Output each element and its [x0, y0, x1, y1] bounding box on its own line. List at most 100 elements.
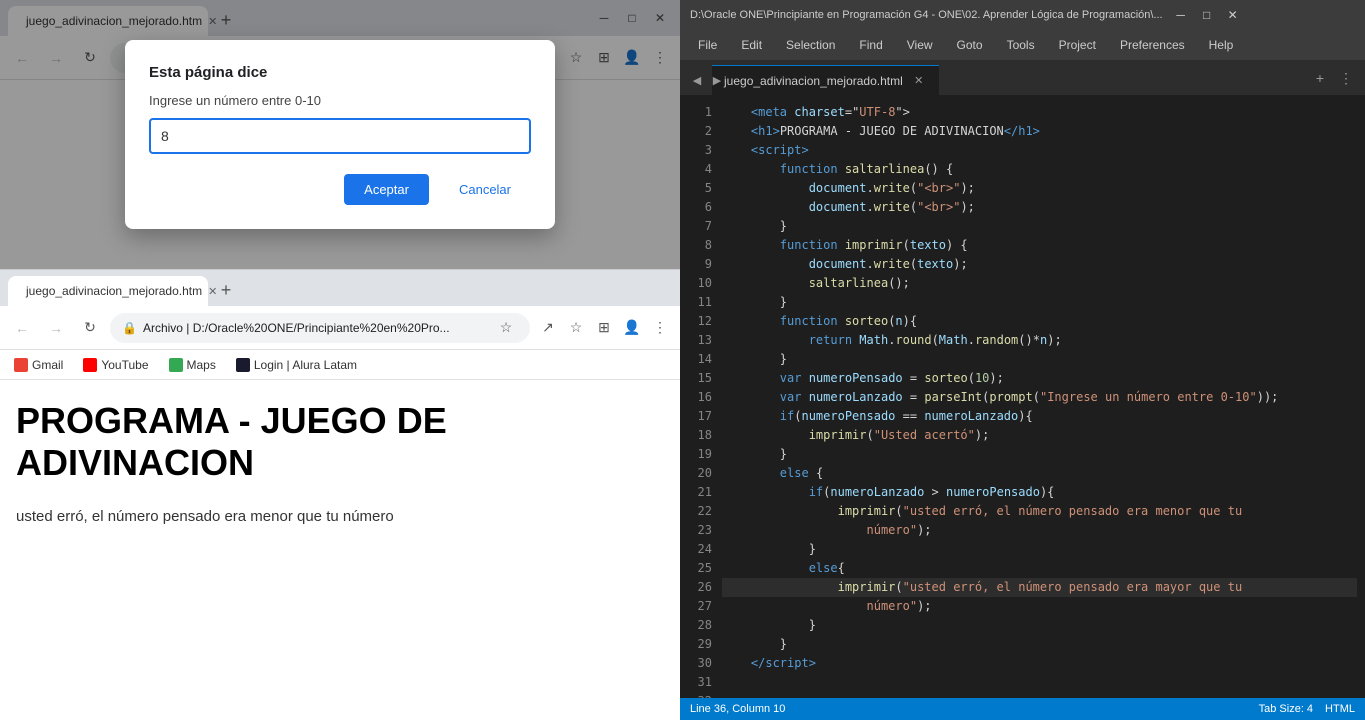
code-line-32: imprimir("usted erró, el número pensado …	[722, 502, 1357, 521]
page-content: PROGRAMA - JUEGO DE ADIVINACION usted er…	[0, 380, 680, 720]
page-text: usted erró, el número pensado era menor …	[16, 508, 664, 525]
menu-tools[interactable]: Tools	[997, 34, 1045, 56]
code-line-20: function sorteo(n){	[722, 312, 1357, 331]
dialog-input[interactable]	[149, 118, 531, 154]
tab-label-bottom: juego_adivinacion_mejorado.htm	[26, 284, 202, 298]
code-line-21: return Math.round(Math.random()*n);	[722, 331, 1357, 350]
status-bar: Line 36, Column 10 Tab Size: 4 HTML	[680, 698, 1365, 720]
editor-menubar: File Edit Selection Find View Goto Tools…	[680, 30, 1365, 60]
menu-icon-bottom[interactable]: ⋮	[648, 316, 672, 340]
editor-nav: ◀ ▶	[688, 71, 726, 89]
reader-icon-bottom[interactable]: ⊞	[592, 316, 616, 340]
share-icon-bottom[interactable]: ↗	[536, 316, 560, 340]
code-line-16: saltarlinea();	[722, 274, 1357, 293]
code-line-4: <script>	[722, 141, 1357, 160]
alura-label: Login | Alura Latam	[254, 358, 357, 372]
dialog-buttons: Aceptar Cancelar	[149, 174, 531, 205]
code-line-end: </script>	[722, 654, 1357, 673]
new-tab-btn-bottom[interactable]: +	[212, 276, 240, 304]
status-left: Line 36, Column 10	[690, 703, 785, 715]
dialog-box: Esta página dice Ingrese un número entre…	[125, 40, 555, 229]
reload-btn-bottom[interactable]: ↻	[76, 314, 104, 342]
status-right: Tab Size: 4 HTML	[1259, 703, 1355, 715]
menu-file[interactable]: File	[688, 34, 727, 56]
nav-left-btn[interactable]: ◀	[688, 71, 706, 89]
bookmark-alura[interactable]: Login | Alura Latam	[230, 356, 363, 374]
gmail-icon	[14, 358, 28, 372]
url-box-bottom[interactable]: 🔒 Archivo | D:/Oracle%20ONE/Principiante…	[110, 313, 530, 343]
editor-minimize-btn[interactable]: ─	[1171, 5, 1191, 25]
address-bar-bottom: ← → ↻ 🔒 Archivo | D:/Oracle%20ONE/Princi…	[0, 306, 680, 350]
forward-btn-bottom[interactable]: →	[42, 314, 70, 342]
code-line-39: }	[722, 635, 1357, 654]
line-numbers: 12345 678910 1112131415 1617181920 21222…	[680, 95, 722, 698]
dialog-overlay: Esta página dice Ingrese un número entre…	[0, 0, 680, 269]
editor-maximize-btn[interactable]: □	[1197, 5, 1217, 25]
menu-find[interactable]: Find	[849, 34, 892, 56]
code-line-29: }	[722, 445, 1357, 464]
menu-goto[interactable]: Goto	[947, 34, 993, 56]
code-line-28: imprimir("Usted acertó");	[722, 426, 1357, 445]
menu-edit[interactable]: Edit	[731, 34, 772, 56]
active-tab-bottom[interactable]: juego_adivinacion_mejorado.htm ✕	[8, 276, 208, 306]
code-line-18: }	[722, 293, 1357, 312]
nav-right-btn[interactable]: ▶	[708, 71, 726, 89]
code-line-24: var numeroPensado = sorteo(10);	[722, 369, 1357, 388]
editor-titlebar: D:\Oracle ONE\Principiante en Programaci…	[680, 0, 1365, 30]
code-line-35: else{	[722, 559, 1357, 578]
code-line-34: }	[722, 540, 1357, 559]
code-line-11: }	[722, 217, 1357, 236]
bookmarks-bar-bottom: Gmail YouTube Maps Login | Alura Latam	[0, 350, 680, 380]
profile-icon-bottom[interactable]: 👤	[620, 316, 644, 340]
dialog-title: Esta página dice	[149, 64, 531, 81]
browser-top-window: juego_adivinacion_mejorado.htm ✕ + ─ □ ✕…	[0, 0, 680, 270]
menu-selection[interactable]: Selection	[776, 34, 845, 56]
menu-view[interactable]: View	[897, 34, 943, 56]
more-tabs-btn[interactable]: ⋮	[1335, 67, 1357, 89]
code-line-9: document.write("<br>");	[722, 198, 1357, 217]
menu-project[interactable]: Project	[1049, 34, 1106, 56]
editor-close-btn[interactable]: ✕	[1223, 5, 1243, 25]
bookmark-maps[interactable]: Maps	[163, 356, 222, 374]
bookmark-youtube[interactable]: YouTube	[77, 356, 154, 374]
status-language: HTML	[1325, 703, 1355, 715]
code-line-15: document.write(texto);	[722, 255, 1357, 274]
menu-help[interactable]: Help	[1199, 34, 1244, 56]
browser-panel: juego_adivinacion_mejorado.htm ✕ + ─ □ ✕…	[0, 0, 680, 720]
address-actions-bottom: ↗ ☆ ⊞ 👤 ⋮	[536, 316, 672, 340]
code-line-13: function imprimir(texto) {	[722, 236, 1357, 255]
browser-bottom-window: juego_adivinacion_mejorado.htm ✕ + ─ □ ✕…	[0, 270, 680, 720]
cancel-button[interactable]: Cancelar	[439, 174, 531, 205]
code-line-30: else {	[722, 464, 1357, 483]
editor-title-text: D:\Oracle ONE\Principiante en Programaci…	[690, 9, 1163, 21]
alura-icon	[236, 358, 250, 372]
code-container: 12345 678910 1112131415 1617181920 21222…	[680, 95, 1365, 698]
editor-tab-active[interactable]: juego_adivinacion_mejorado.html ✕	[712, 65, 939, 95]
editor-tab-label: juego_adivinacion_mejorado.html	[724, 74, 903, 88]
back-btn-bottom[interactable]: ←	[8, 314, 36, 342]
status-tabsize: Tab Size: 4	[1259, 703, 1313, 715]
code-line-36: imprimir("usted erró, el número pensado …	[722, 578, 1357, 597]
bookmark-icon-bottom[interactable]: ☆	[564, 316, 588, 340]
editor-tabs: ◀ ▶ juego_adivinacion_mejorado.html ✕ + …	[680, 60, 1365, 95]
dialog-label: Ingrese un número entre 0-10	[149, 93, 531, 108]
tab-bar-bottom: juego_adivinacion_mejorado.htm ✕ + ─ □ ✕	[0, 270, 680, 306]
youtube-icon	[83, 358, 97, 372]
split-editor-btn[interactable]: +	[1309, 67, 1331, 89]
accept-button[interactable]: Aceptar	[344, 174, 429, 205]
menu-preferences[interactable]: Preferences	[1110, 34, 1195, 56]
editor-tab-actions: + ⋮	[1309, 67, 1357, 89]
url-text-bottom: Archivo | D:/Oracle%20ONE/Principiante%2…	[143, 321, 488, 335]
bookmark-gmail[interactable]: Gmail	[8, 356, 69, 374]
code-line-22: }	[722, 350, 1357, 369]
code-line-37: número");	[722, 597, 1357, 616]
editor-tab-close-btn[interactable]: ✕	[911, 73, 927, 89]
code-content[interactable]: <meta charset="UTF-8"> <h1>PROGRAMA - JU…	[722, 95, 1365, 698]
code-line-3: <h1>PROGRAMA - JUEGO DE ADIVINACION</h1>	[722, 122, 1357, 141]
code-line-27: if(numeroPensado == numeroLanzado){	[722, 407, 1357, 426]
maps-icon	[169, 358, 183, 372]
code-editor: D:\Oracle ONE\Principiante en Programaci…	[680, 0, 1365, 720]
star-icon-bottom[interactable]: ☆	[494, 316, 518, 340]
code-line-8: document.write("<br>");	[722, 179, 1357, 198]
editor-window-controls: ─ □ ✕	[1171, 5, 1243, 25]
